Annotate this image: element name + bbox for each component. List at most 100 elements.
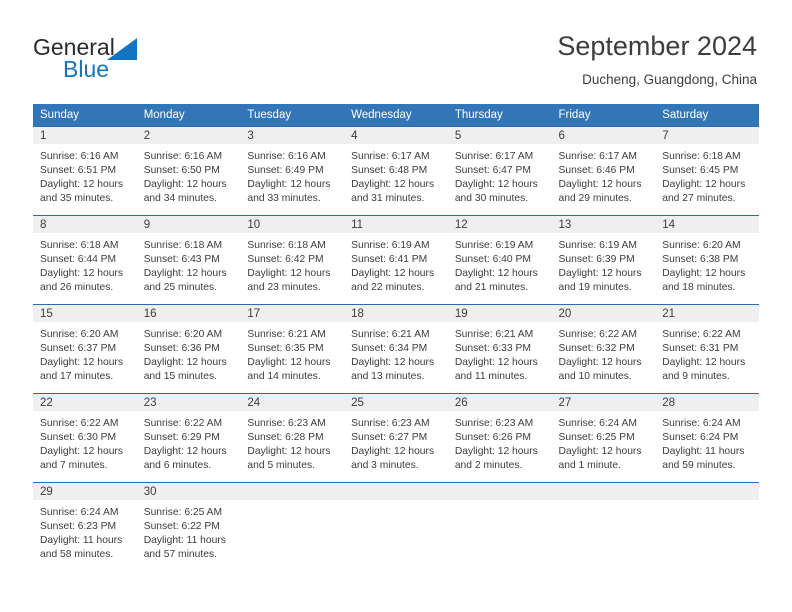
day-details: Sunrise: 6:17 AM Sunset: 6:46 PM Daylight:… — [552, 144, 656, 206]
general-blue-logo: General Blue — [33, 34, 203, 86]
calendar-cell[interactable]: 9 Sunrise: 6:18 AM Sunset: 6:43 PM Daylight… — [136, 215, 241, 305]
daylight-text-line1: Daylight: 12 hours — [40, 179, 123, 191]
daylight-text-line2: and 9 minutes. — [662, 371, 730, 383]
calendar-cell[interactable]: 27 Sunrise: 6:24 AM Sunset: 6:25 PM Dayligh… — [551, 393, 656, 483]
sunrise-text: Sunrise: 6:20 AM — [143, 329, 223, 340]
calendar-cell[interactable]: 3 Sunrise: 6:16 AM Sunset: 6:49 PM Daylight… — [240, 126, 345, 216]
weekday-header-friday: Friday — [551, 104, 656, 127]
calendar-cell[interactable]: 14 Sunrise: 6:20 AM Sunset: 6:38 PM Dayligh… — [655, 215, 759, 305]
day-details: Sunrise: 6:24 AM Sunset: 6:23 PM Daylight:… — [33, 500, 137, 562]
sunset-text: Sunset: 6:32 PM — [558, 343, 635, 355]
daylight-text-line1: Daylight: 12 hours — [351, 268, 435, 280]
calendar-cell[interactable]: 21 Sunrise: 6:22 AM Sunset: 6:31 PM Dayligh… — [655, 304, 759, 394]
calendar-cell[interactable]: 16 Sunrise: 6:20 AM Sunset: 6:36 PM Dayligh… — [136, 304, 241, 394]
daylight-text-line2: and 13 minutes. — [351, 371, 425, 383]
day-details: Sunrise: 6:22 AM Sunset: 6:31 PM Daylight:… — [655, 322, 759, 384]
calendar-cell[interactable]: 23 Sunrise: 6:22 AM Sunset: 6:29 PM Dayligh… — [136, 393, 241, 483]
sunset-text: Sunset: 6:33 PM — [454, 343, 531, 355]
day-number — [344, 483, 448, 500]
sunset-text: Sunset: 6:28 PM — [247, 432, 324, 444]
calendar-cell[interactable]: 8 Sunrise: 6:18 AM Sunset: 6:44 PM Daylight… — [33, 215, 137, 305]
daylight-text-line2: and 18 minutes. — [662, 282, 736, 294]
daylight-text-line2: and 34 minutes. — [143, 193, 217, 205]
daylight-text-line2: and 22 minutes. — [351, 282, 425, 294]
daylight-text-line2: and 30 minutes. — [454, 193, 529, 205]
sunrise-text: Sunrise: 6:22 AM — [558, 329, 637, 340]
calendar-cell[interactable]: 24 Sunrise: 6:23 AM Sunset: 6:28 PM Dayligh… — [240, 393, 345, 483]
day-details: Sunrise: 6:21 AM Sunset: 6:35 PM Daylight:… — [240, 322, 344, 384]
daylight-text-line1: Daylight: 11 hours — [662, 446, 745, 458]
day-details: Sunrise: 6:16 AM Sunset: 6:50 PM Daylight:… — [137, 144, 241, 206]
day-number: 18 — [344, 305, 448, 322]
daylight-text-line1: Daylight: 12 hours — [143, 268, 227, 280]
sunset-text: Sunset: 6:41 PM — [351, 254, 428, 266]
daylight-text-line1: Daylight: 12 hours — [558, 357, 642, 369]
calendar-cell[interactable]: 22 Sunrise: 6:22 AM Sunset: 6:30 PM Dayligh… — [33, 393, 137, 483]
calendar-cell[interactable]: 12 Sunrise: 6:19 AM Sunset: 6:40 PM Dayligh… — [447, 215, 552, 305]
sunrise-text: Sunrise: 6:23 AM — [351, 418, 430, 429]
sunrise-text: Sunrise: 6:20 AM — [662, 240, 741, 251]
calendar-cell[interactable]: 13 Sunrise: 6:19 AM Sunset: 6:39 PM Dayligh… — [551, 215, 656, 305]
daylight-text-line1: Daylight: 12 hours — [454, 179, 538, 191]
sunset-text: Sunset: 6:48 PM — [351, 165, 428, 177]
day-number: 26 — [447, 394, 552, 411]
calendar-cell[interactable]: 4 Sunrise: 6:17 AM Sunset: 6:48 PM Daylight… — [344, 126, 448, 216]
calendar-cell[interactable]: 18 Sunrise: 6:21 AM Sunset: 6:34 PM Dayligh… — [344, 304, 448, 394]
calendar-cell[interactable]: 5 Sunrise: 6:17 AM Sunset: 6:47 PM Daylight… — [447, 126, 552, 216]
sunset-text: Sunset: 6:43 PM — [143, 254, 220, 266]
sunrise-text: Sunrise: 6:25 AM — [143, 507, 223, 518]
sunrise-text: Sunrise: 6:18 AM — [662, 151, 741, 162]
day-number: 22 — [33, 394, 137, 411]
calendar-week-row: 22 Sunrise: 6:22 AM Sunset: 6:30 PM Dayligh… — [33, 393, 759, 483]
calendar-cell-empty — [447, 482, 552, 572]
calendar-cell[interactable]: 15 Sunrise: 6:20 AM Sunset: 6:37 PM Dayligh… — [33, 304, 137, 394]
calendar-cell-empty — [655, 482, 759, 572]
calendar-cell[interactable]: 19 Sunrise: 6:21 AM Sunset: 6:33 PM Dayligh… — [447, 304, 552, 394]
sunrise-text: Sunrise: 6:17 AM — [351, 151, 430, 162]
calendar-week-row: 8 Sunrise: 6:18 AM Sunset: 6:44 PM Daylight… — [33, 215, 759, 305]
sunrise-text: Sunrise: 6:19 AM — [454, 240, 534, 251]
calendar-cell[interactable]: 25 Sunrise: 6:23 AM Sunset: 6:27 PM Dayligh… — [344, 393, 448, 483]
daylight-text-line2: and 5 minutes. — [247, 460, 315, 472]
day-details: Sunrise: 6:19 AM Sunset: 6:40 PM Daylight:… — [448, 233, 552, 295]
daylight-text-line2: and 3 minutes. — [351, 460, 419, 472]
calendar-cell[interactable]: 2 Sunrise: 6:16 AM Sunset: 6:50 PM Daylight… — [136, 126, 241, 216]
day-details: Sunrise: 6:22 AM Sunset: 6:32 PM Daylight:… — [552, 322, 656, 384]
calendar-cell[interactable]: 17 Sunrise: 6:21 AM Sunset: 6:35 PM Dayligh… — [240, 304, 345, 394]
day-number: 10 — [240, 216, 345, 233]
daylight-text-line2: and 6 minutes. — [143, 460, 212, 472]
calendar-cell[interactable]: 7 Sunrise: 6:18 AM Sunset: 6:45 PM Daylight… — [655, 126, 759, 216]
sunset-text: Sunset: 6:50 PM — [143, 165, 220, 177]
sunset-text: Sunset: 6:27 PM — [351, 432, 428, 444]
daylight-text-line1: Daylight: 12 hours — [40, 446, 123, 458]
calendar-cell[interactable]: 29 Sunrise: 6:24 AM Sunset: 6:23 PM Dayligh… — [33, 482, 137, 572]
day-details: Sunrise: 6:16 AM Sunset: 6:51 PM Daylight:… — [33, 144, 137, 206]
sunrise-text: Sunrise: 6:23 AM — [454, 418, 534, 429]
calendar-cell[interactable]: 30 Sunrise: 6:25 AM Sunset: 6:22 PM Dayligh… — [136, 482, 241, 572]
calendar-cell[interactable]: 1 Sunrise: 6:16 AM Sunset: 6:51 PM Daylight… — [33, 126, 137, 216]
weekday-header-tuesday: Tuesday — [240, 104, 345, 127]
daylight-text-line2: and 29 minutes. — [558, 193, 632, 205]
daylight-text-line1: Daylight: 12 hours — [662, 268, 746, 280]
day-number: 8 — [33, 216, 137, 233]
day-details: Sunrise: 6:18 AM Sunset: 6:43 PM Daylight:… — [137, 233, 241, 295]
calendar-cell[interactable]: 10 Sunrise: 6:18 AM Sunset: 6:42 PM Dayligh… — [240, 215, 345, 305]
sunrise-sunset-calendar: Sunday Monday Tuesday Wednesday Thursday… — [33, 104, 759, 572]
daylight-text-line1: Daylight: 12 hours — [454, 446, 538, 458]
calendar-cell[interactable]: 11 Sunrise: 6:19 AM Sunset: 6:41 PM Dayligh… — [344, 215, 448, 305]
day-number: 5 — [447, 127, 552, 144]
calendar-cell[interactable]: 26 Sunrise: 6:23 AM Sunset: 6:26 PM Dayligh… — [447, 393, 552, 483]
calendar-cell[interactable]: 20 Sunrise: 6:22 AM Sunset: 6:32 PM Dayligh… — [551, 304, 656, 394]
sunset-text: Sunset: 6:31 PM — [662, 343, 739, 355]
day-number: 12 — [447, 216, 552, 233]
calendar-cell-empty — [551, 482, 656, 572]
day-number — [447, 483, 552, 500]
location-subtitle: Ducheng, Guangdong, China — [582, 72, 757, 87]
calendar-header-row: Sunday Monday Tuesday Wednesday Thursday… — [33, 104, 759, 127]
calendar-cell[interactable]: 28 Sunrise: 6:24 AM Sunset: 6:24 PM Dayligh… — [655, 393, 759, 483]
daylight-text-line2: and 7 minutes. — [40, 460, 108, 472]
daylight-text-line1: Daylight: 12 hours — [662, 179, 746, 191]
calendar-cell[interactable]: 6 Sunrise: 6:17 AM Sunset: 6:46 PM Daylight… — [551, 126, 656, 216]
daylight-text-line2: and 10 minutes. — [558, 371, 632, 383]
day-number: 27 — [551, 394, 656, 411]
